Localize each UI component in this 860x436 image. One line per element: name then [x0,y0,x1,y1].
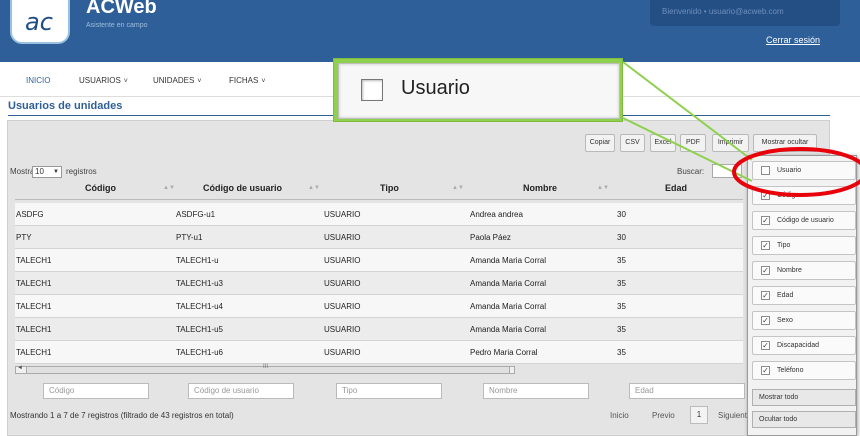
callout-connector-line [622,61,753,161]
zoomed-label: Usuario [401,77,470,99]
highlight-ellipse [732,147,860,197]
zoomed-column-toggle-usuario[interactable]: Usuario [338,63,620,119]
zoom-callout: Usuario [333,58,623,122]
zoomed-checkbox[interactable] [361,79,383,101]
